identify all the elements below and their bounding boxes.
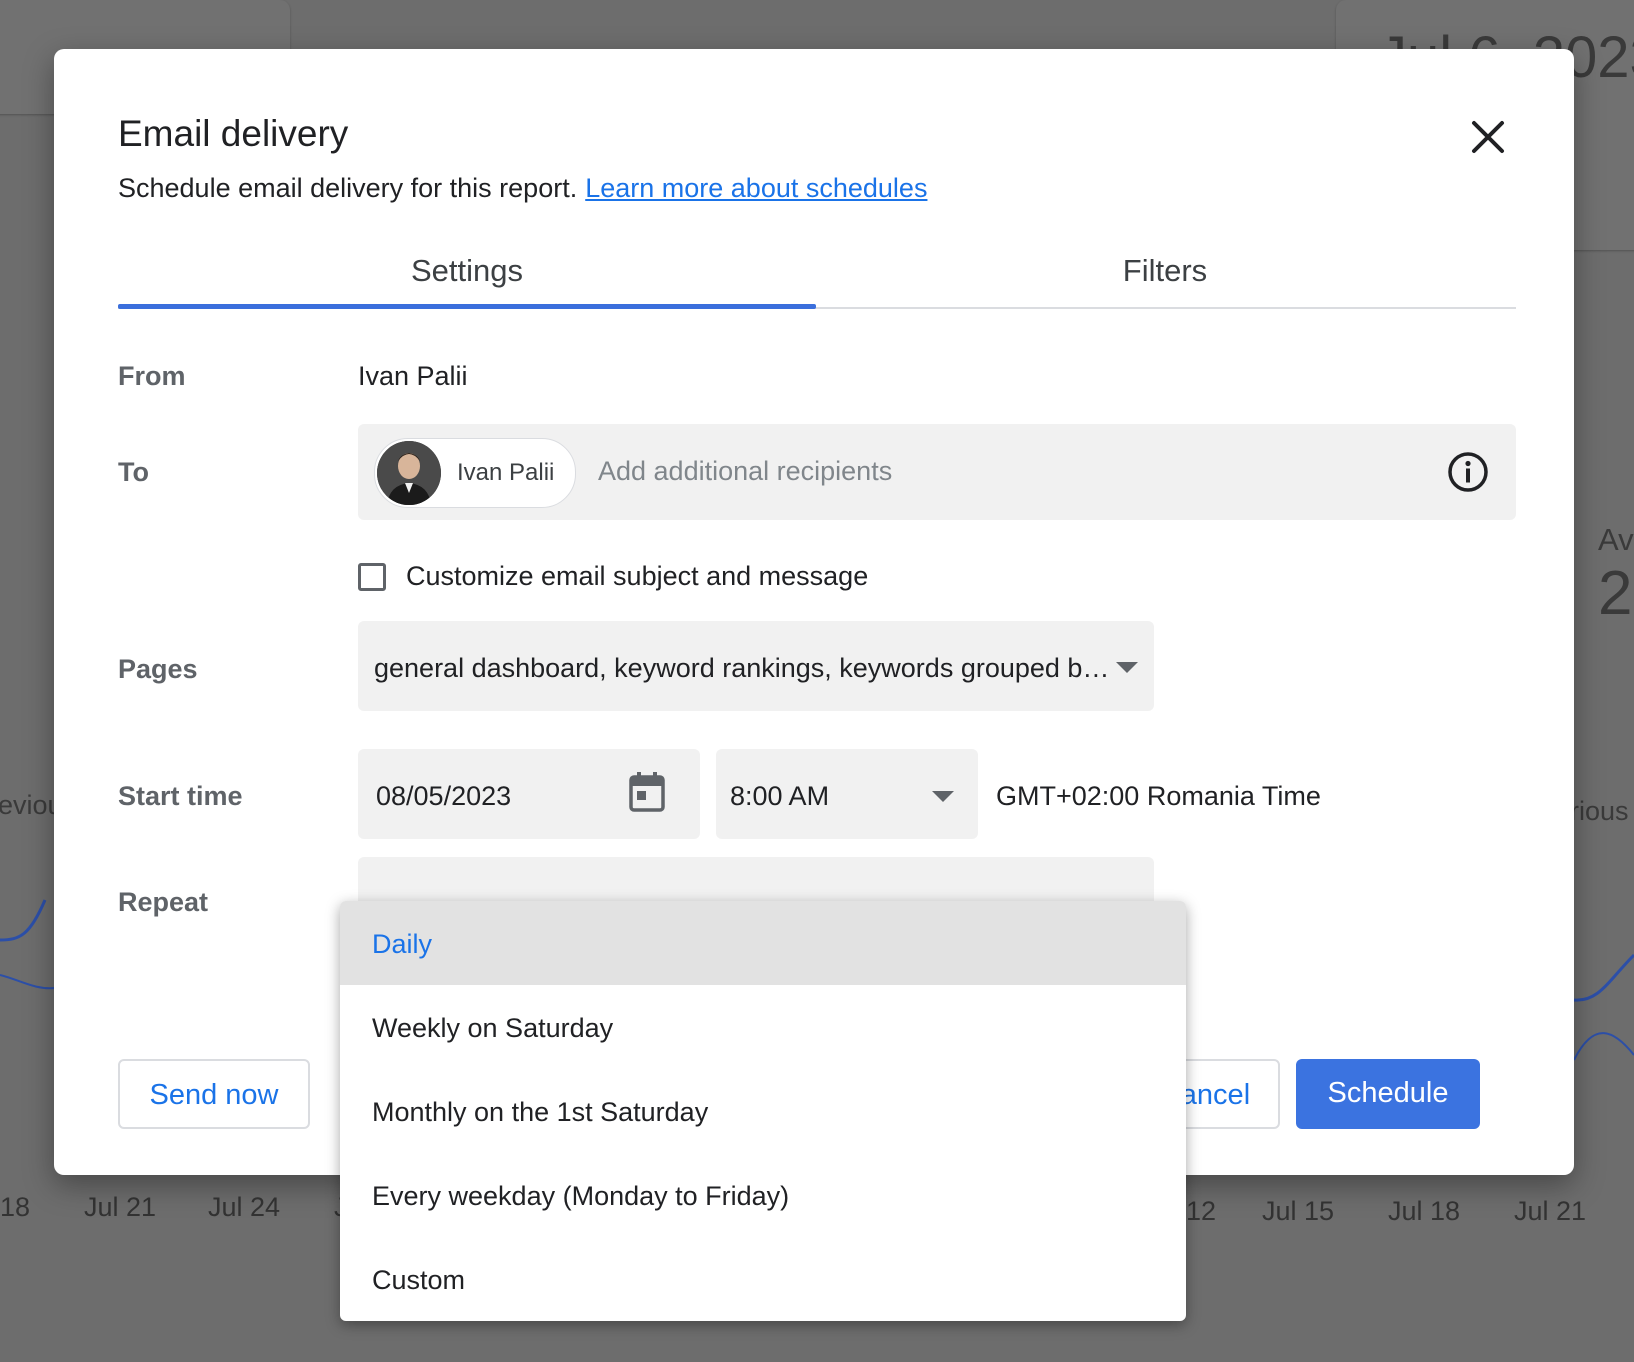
schedule-button[interactable]: Schedule (1296, 1059, 1480, 1129)
bg-legend-right: rious (1570, 796, 1629, 826)
repeat-option-monthly[interactable]: Monthly on the 1st Saturday (340, 1069, 1186, 1153)
bg-axis-tick: 12 (1186, 1196, 1217, 1226)
customize-label[interactable]: Customize email subject and message (406, 561, 868, 592)
recipient-chip-name: Ivan Palii (457, 459, 555, 486)
info-icon[interactable] (1446, 450, 1490, 494)
repeat-option-label: Every weekday (Monday to Friday) (372, 1181, 790, 1211)
start-time-select[interactable]: 8:00 AM (716, 749, 978, 839)
customize-checkbox[interactable] (358, 563, 386, 591)
repeat-option-custom[interactable]: Custom (340, 1237, 1186, 1321)
pages-label: Pages (118, 654, 198, 684)
repeat-option-daily[interactable]: Daily (340, 901, 1186, 985)
tab-settings[interactable]: Settings (118, 245, 816, 309)
bg-line-chart-left (0, 899, 56, 990)
learn-more-link[interactable]: Learn more about schedules (585, 173, 927, 203)
start-date-value: 08/05/2023 (376, 781, 512, 811)
chevron-down-icon (1116, 662, 1138, 673)
tab-bar: Settings Filters (118, 245, 1516, 309)
close-icon[interactable] (1464, 113, 1512, 161)
dialog-title: Email delivery (118, 113, 349, 154)
bg-stat-value: 2 (1598, 559, 1633, 628)
send-now-button[interactable]: Send now (118, 1059, 310, 1129)
repeat-option-label: Custom (372, 1265, 466, 1295)
start-time-label: Start time (118, 781, 243, 811)
start-time-value: 8:00 AM (730, 781, 830, 811)
repeat-option-weekday[interactable]: Every weekday (Monday to Friday) (340, 1153, 1186, 1237)
repeat-option-label: Daily (372, 929, 433, 959)
bg-axis-tick: Jul 21 (1514, 1196, 1587, 1226)
bg-line-chart-right (1574, 953, 1634, 1061)
pages-select-value: general dashboard, keyword rankings, key… (374, 653, 1110, 683)
bg-axis-tick: 18 (0, 1192, 31, 1222)
bg-axis-tick: Jul 18 (1388, 1196, 1461, 1226)
repeat-option-label: Weekly on Saturday (372, 1013, 614, 1043)
dialog-subtitle: Schedule email delivery for this report.… (118, 173, 927, 204)
from-label: From (118, 361, 186, 391)
avatar (377, 441, 441, 505)
recipients-placeholder[interactable]: Add additional recipients (598, 456, 892, 487)
tab-filters[interactable]: Filters (816, 245, 1514, 307)
bg-stat-label: Av (1598, 522, 1634, 557)
bg-axis-tick: Jul 15 (1262, 1196, 1335, 1226)
to-label: To (118, 457, 149, 487)
subtitle-text: Schedule email delivery for this report. (118, 173, 578, 203)
repeat-option-label: Monthly on the 1st Saturday (372, 1097, 709, 1127)
recipient-chip[interactable]: Ivan Palii (374, 438, 576, 508)
pages-select[interactable]: general dashboard, keyword rankings, key… (358, 621, 1154, 711)
repeat-option-weekly[interactable]: Weekly on Saturday (340, 985, 1186, 1069)
bg-axis-tick: Jul 24 (208, 1192, 281, 1222)
chevron-down-icon (932, 791, 954, 802)
from-value: Ivan Palii (358, 361, 468, 391)
recipients-field[interactable]: Ivan Palii Add additional recipients (358, 424, 1516, 520)
timezone-text: GMT+02:00 Romania Time (996, 781, 1321, 811)
start-date-input[interactable]: 08/05/2023 (358, 749, 700, 839)
calendar-icon[interactable] (628, 771, 666, 813)
repeat-label: Repeat (118, 887, 209, 917)
bg-axis-tick: Jul 21 (84, 1192, 157, 1222)
repeat-dropdown-menu: Daily Weekly on Saturday Monthly on the … (340, 901, 1186, 1321)
